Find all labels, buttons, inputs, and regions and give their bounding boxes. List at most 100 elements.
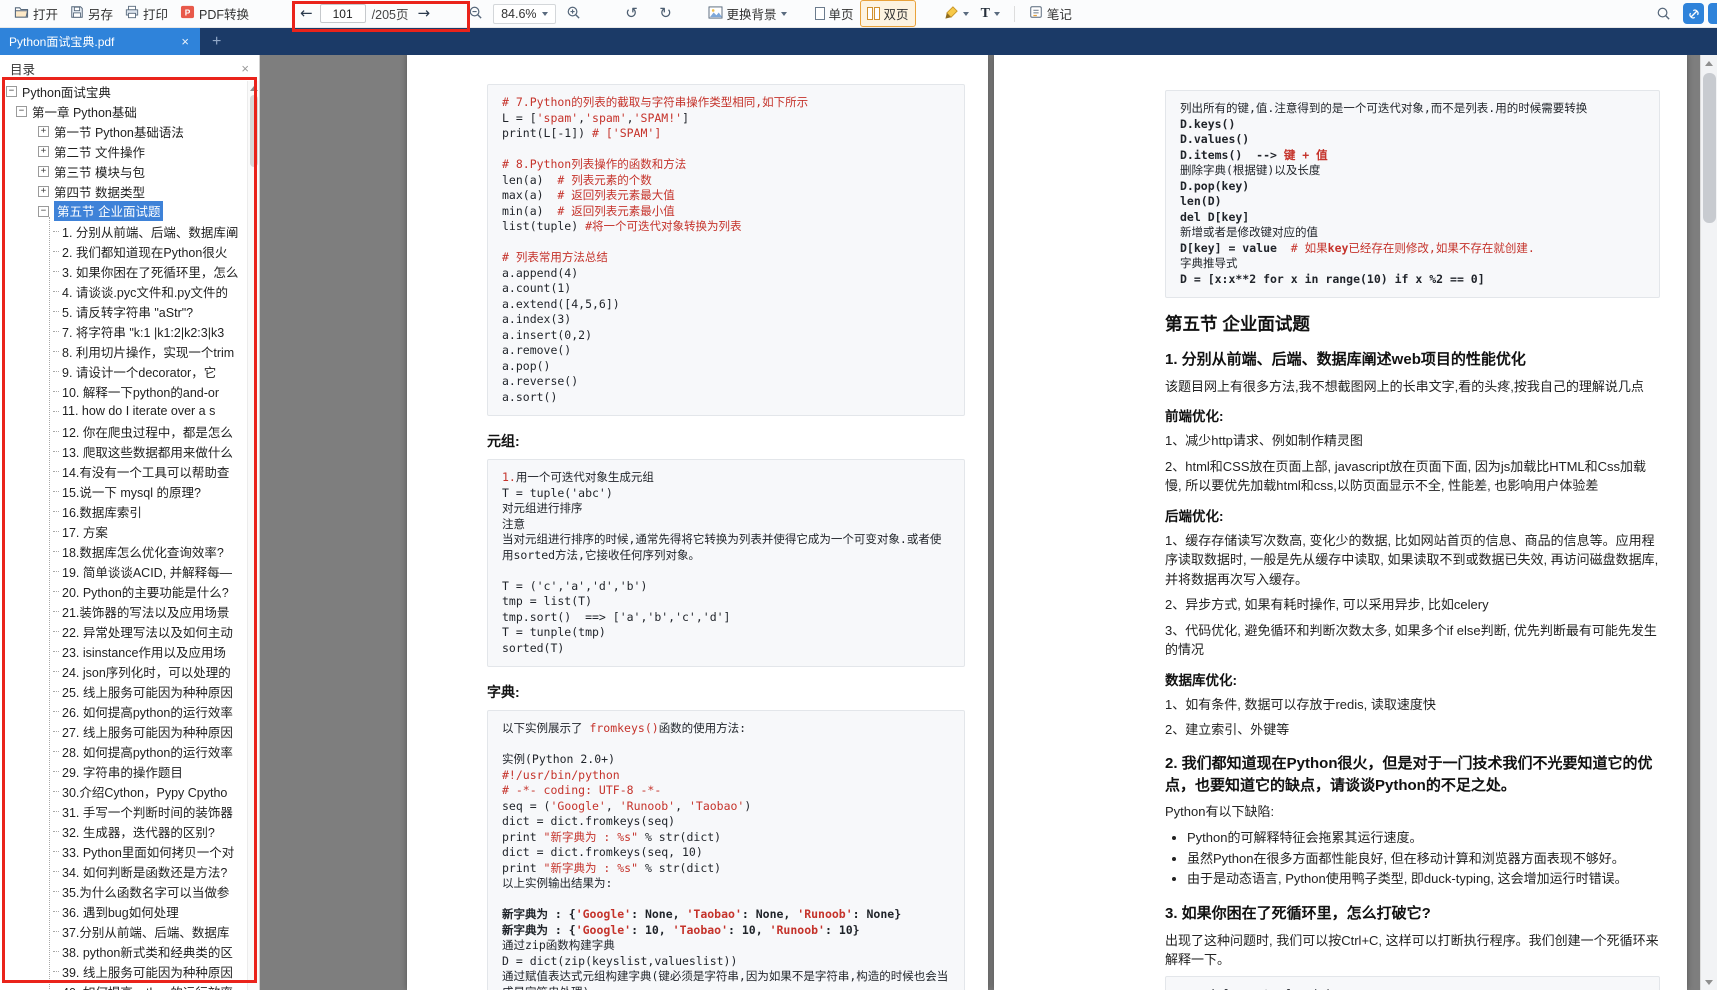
redo-button[interactable]: ↻	[654, 3, 678, 25]
scroll-up-icon[interactable]	[1701, 55, 1717, 71]
toc-question-item[interactable]: 39. 线上服务可能因为种种原因	[0, 961, 247, 981]
toc-question-item[interactable]: 34. 如何判断是函数还是方法?	[0, 861, 247, 881]
toc-question-item[interactable]: 18.数据库怎么优化查询效率?	[0, 541, 247, 561]
main-scrollbar[interactable]	[1700, 55, 1717, 990]
search-icon[interactable]	[1651, 3, 1675, 25]
toc-question-item[interactable]: 38. python新式类和经典类的区	[0, 941, 247, 961]
code-segment: : None,	[631, 907, 686, 921]
toc-item-label: 3. 如果你困在了死循环里，怎么	[62, 262, 238, 281]
toc-question-item[interactable]: 9. 请设计一个decorator，它	[0, 361, 247, 381]
tree-toggle-icon[interactable]: +	[38, 146, 49, 157]
main-scroll-thumb[interactable]	[1703, 73, 1716, 223]
toc-question-item[interactable]: 30.介绍Cython，Pypy Cpytho	[0, 781, 247, 801]
toc-question-item[interactable]: 21.装饰器的写法以及应用场景	[0, 601, 247, 621]
pdf-convert-button[interactable]: P PDF转换	[174, 1, 255, 26]
toc-section-item[interactable]: +第二节 文件操作	[0, 141, 247, 161]
zoom-out-button[interactable]	[463, 3, 487, 25]
toc-question-item[interactable]: 26. 如何提高python的运行效率	[0, 701, 247, 721]
code-line: 新字典为 : {'Google': 10, 'Taobao': 10, 'Run…	[502, 923, 950, 939]
code-segment: a.index(3)	[502, 312, 571, 326]
link-icon[interactable]	[1683, 3, 1704, 24]
toc-question-item[interactable]: 27. 线上服务可能因为种种原因	[0, 721, 247, 741]
toc-question-item[interactable]: 7. 将字符串 "k:1 |k1:2|k2:3|k3	[0, 321, 247, 341]
toc-question-item[interactable]: 13. 爬取这些数据都用来做什么	[0, 441, 247, 461]
toc-section-item[interactable]: −第五节 企业面试题	[0, 201, 247, 221]
change-background-button[interactable]: 更换背景	[702, 1, 793, 26]
code-line	[502, 235, 950, 251]
toc-item-label: 21.装饰器的写法以及应用场景	[62, 602, 229, 621]
note-button[interactable]: 笔记	[1023, 1, 1078, 26]
toc-question-item[interactable]: 37.分别从前端、后端、数据库	[0, 921, 247, 941]
tree-toggle-icon[interactable]: +	[38, 166, 49, 177]
highlighter-tool-button[interactable]	[938, 2, 975, 26]
tree-toggle-icon[interactable]: −	[6, 86, 17, 97]
toc-question-item[interactable]: 3. 如果你困在了死循环里，怎么	[0, 261, 247, 281]
toc-question-item[interactable]: 8. 利用切片操作，实现一个trim	[0, 341, 247, 361]
scroll-down-icon[interactable]	[1701, 974, 1717, 990]
toc-question-item[interactable]: 33. Python里面如何拷贝一个对	[0, 841, 247, 861]
code-segment: del D[key]	[1180, 210, 1249, 224]
toc-question-item[interactable]: 11. how do I iterate over a s	[0, 401, 247, 421]
zoom-in-button[interactable]	[562, 3, 586, 25]
open-button[interactable]: 打开	[8, 1, 64, 26]
toc-question-item[interactable]: 2. 我们都知道现在Python很火	[0, 241, 247, 261]
tree-toggle-icon[interactable]: −	[16, 106, 27, 117]
toc-question-item[interactable]: 12. 你在爬虫过程中，都是怎么	[0, 421, 247, 441]
toc-question-item[interactable]: 22. 异常处理写法以及如何主动	[0, 621, 247, 641]
sidebar-scroll-thumb[interactable]	[250, 95, 258, 167]
toc-close-icon[interactable]: ×	[241, 61, 249, 76]
toc-question-item[interactable]: 32. 生成器，迭代器的区别?	[0, 821, 247, 841]
scroll-up-icon[interactable]	[250, 86, 258, 91]
code-line: tmp = list(T)	[502, 594, 950, 610]
toc-question-item[interactable]: 25. 线上服务可能因为种种原因	[0, 681, 247, 701]
code-block: 以下实例展示了 fromkeys()函数的使用方法: 实例(Python 2.0…	[487, 710, 965, 990]
print-button[interactable]: 打印	[119, 1, 174, 26]
toc-question-item[interactable]: 40. 如何提高python的运行效率	[0, 981, 247, 990]
pdf-page-left-content: # 7.Python的列表的截取与字符串操作类型相同,如下所示L = ['spa…	[407, 55, 988, 990]
code-segment: 通过zip函数构建字典	[502, 938, 615, 952]
toc-question-item[interactable]: 19. 简单谈谈ACID, 并解释每—	[0, 561, 247, 581]
toc-question-item[interactable]: 23. isinstance作用以及应用场	[0, 641, 247, 661]
tree-toggle-icon[interactable]: +	[38, 186, 49, 197]
next-page-button[interactable]: →	[414, 6, 433, 21]
caret-down-icon	[542, 12, 548, 16]
toc-question-item[interactable]: 35.为什么函数名字可以当做参	[0, 881, 247, 901]
tree-toggle-icon[interactable]: +	[38, 126, 49, 137]
toc-question-item[interactable]: 15.说一下 mysql 的原理?	[0, 481, 247, 501]
toc-question-item[interactable]: 10. 解释一下python的and-or	[0, 381, 247, 401]
clipped-edge-icon[interactable]	[1708, 3, 1717, 24]
tree-toggle-icon[interactable]: −	[38, 206, 49, 217]
text-tool-button[interactable]: T	[975, 4, 1006, 24]
toc-question-item[interactable]: 29. 字符串的操作题目	[0, 761, 247, 781]
toc-question-item[interactable]: 17. 方案	[0, 521, 247, 541]
page-number-input[interactable]	[320, 4, 366, 23]
toc-chapter-item[interactable]: −第一章 Python基础	[0, 101, 247, 121]
sidebar-scrollbar[interactable]	[247, 81, 259, 990]
code-segment: D = [x:x**2 for x in range(10) if x %2 =…	[1180, 272, 1485, 286]
toc-question-item[interactable]: 36. 遇到bug如何处理	[0, 901, 247, 921]
single-page-button[interactable]: 单页	[809, 1, 860, 26]
code-segment: 新增或者是修改键对应的值	[1180, 225, 1318, 239]
toc-question-item[interactable]: 4. 请谈谈.pyc文件和.py文件的	[0, 281, 247, 301]
save-as-button[interactable]: 另存	[64, 1, 119, 26]
tab-close-icon[interactable]: ×	[179, 34, 191, 49]
toc-question-item[interactable]: 16.数据库索引	[0, 501, 247, 521]
toc-question-item[interactable]: 20. Python的主要功能是什么?	[0, 581, 247, 601]
toc-question-item[interactable]: 31. 手写一个判断时间的装饰器	[0, 801, 247, 821]
zoom-level-select[interactable]: 84.6%	[493, 4, 555, 24]
undo-button[interactable]: ↺	[620, 3, 644, 25]
code-segment: a.append(4)	[502, 266, 578, 280]
toc-section-item[interactable]: +第三节 模块与包	[0, 161, 247, 181]
new-tab-button[interactable]: +	[212, 34, 221, 50]
toc-question-item[interactable]: 5. 请反转字符串 "aStr"?	[0, 301, 247, 321]
toc-question-item[interactable]: 1. 分别从前端、后端、数据库阐	[0, 221, 247, 241]
toc-root-item[interactable]: −Python面试宝典	[0, 81, 247, 101]
toc-question-item[interactable]: 24. json序列化时，可以处理的	[0, 661, 247, 681]
toc-question-item[interactable]: 14.有没有一个工具可以帮助查	[0, 461, 247, 481]
toc-section-item[interactable]: +第四节 数据类型	[0, 181, 247, 201]
toc-section-item[interactable]: +第一节 Python基础语法	[0, 121, 247, 141]
toc-question-item[interactable]: 28. 如何提高python的运行效率	[0, 741, 247, 761]
document-tab[interactable]: Python面试宝典.pdf ×	[0, 28, 200, 55]
double-page-button[interactable]: 双页	[860, 0, 916, 27]
prev-page-button[interactable]: ←	[297, 6, 316, 21]
